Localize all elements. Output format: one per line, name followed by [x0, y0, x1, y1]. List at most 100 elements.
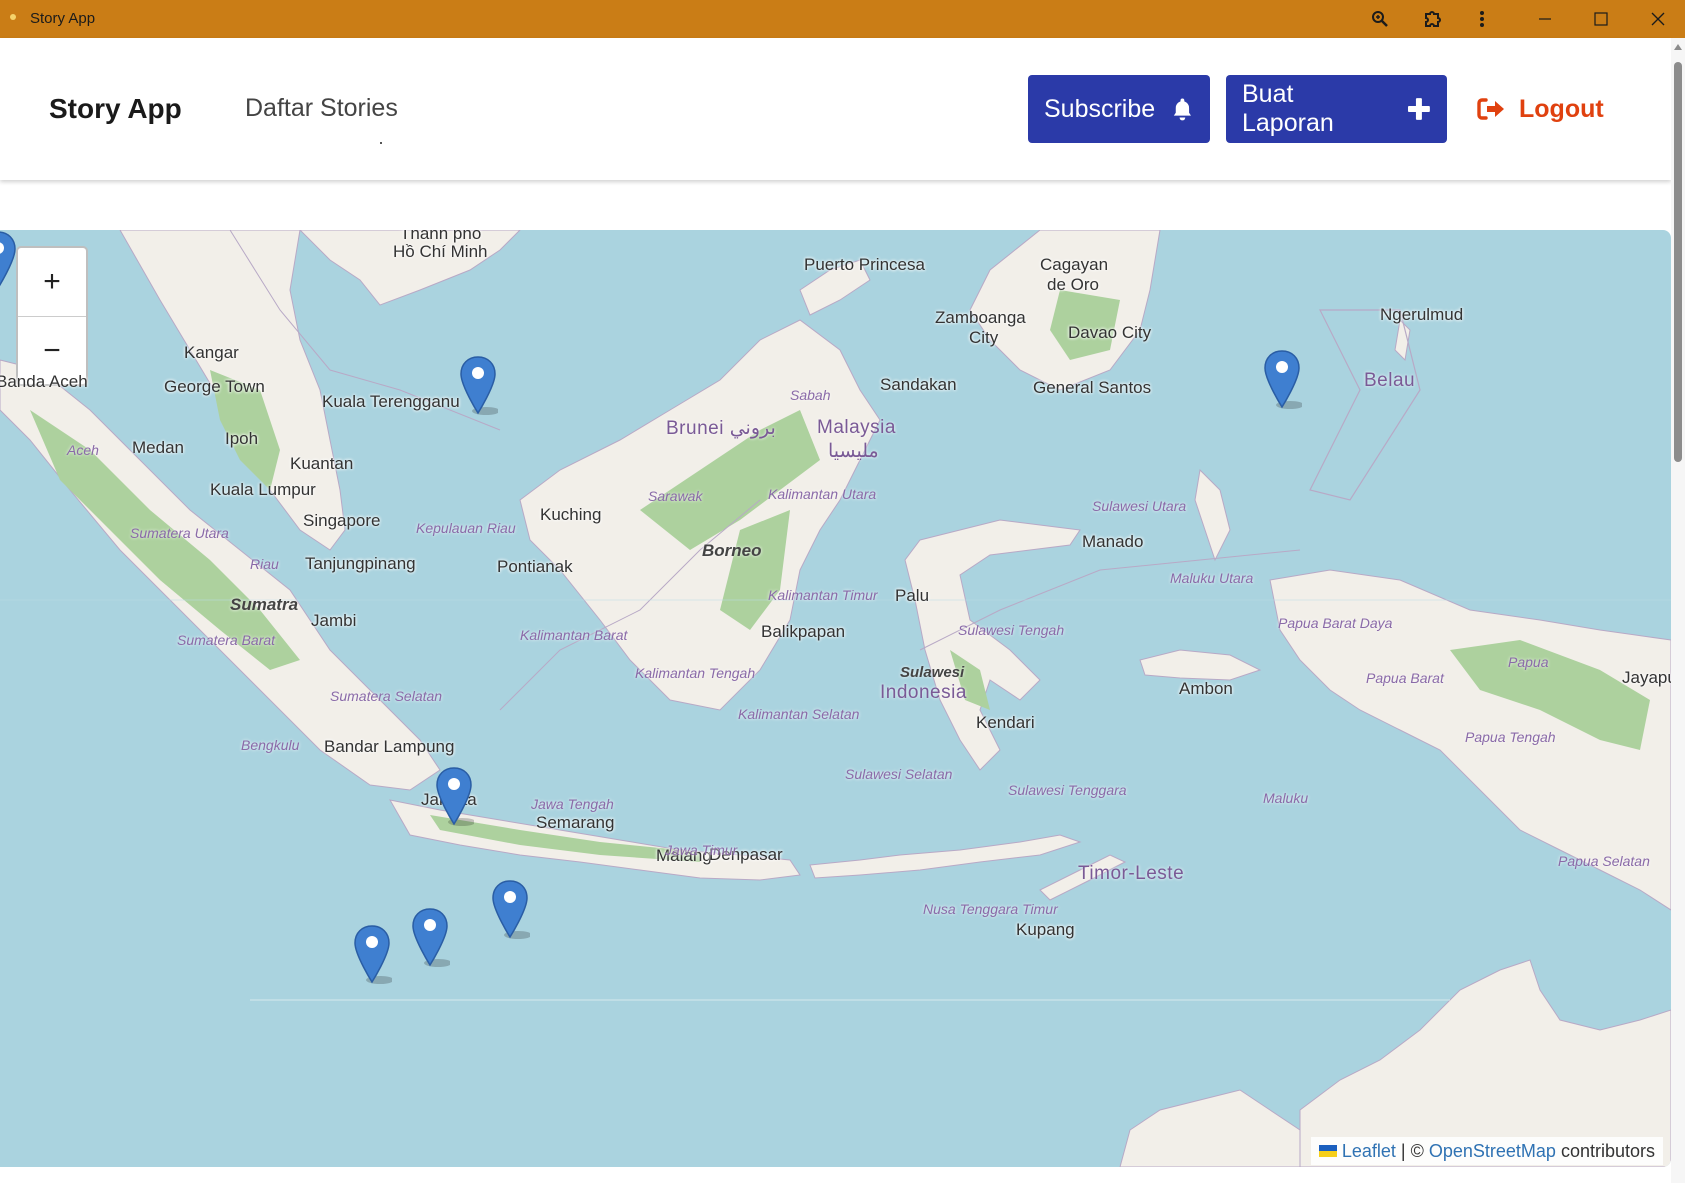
- create-report-label: Buat Laporan: [1242, 80, 1334, 137]
- story-map[interactable]: + − Thành phố Hồ Chí Minh Puerto Princes…: [0, 230, 1671, 1167]
- region-label: Jawa Tengah: [531, 796, 614, 812]
- map-label: Ambon: [1179, 679, 1233, 698]
- map-label: Jayapura: [1622, 668, 1671, 687]
- more-vertical-icon[interactable]: [1459, 0, 1505, 38]
- zoom-in-button[interactable]: +: [18, 248, 86, 316]
- leaflet-link[interactable]: Leaflet: [1342, 1141, 1396, 1162]
- logout-icon: [1477, 98, 1504, 120]
- region-label: Sarawak: [648, 488, 703, 504]
- page-scrollbar[interactable]: [1671, 38, 1685, 1183]
- map-basemap: [0, 230, 1671, 1167]
- map-label: Manado: [1082, 532, 1144, 551]
- zoom-icon[interactable]: [1357, 0, 1403, 38]
- map-label: Kuantan: [290, 454, 354, 473]
- country-label: Belau: [1364, 370, 1416, 391]
- map-marker[interactable]: [0, 230, 18, 292]
- region-label: Sulawesi Selatan: [845, 766, 953, 782]
- map-label: Kuching: [540, 505, 602, 524]
- map-label: Zamboanga: [935, 308, 1026, 327]
- region-label: Kalimantan Barat: [520, 627, 628, 643]
- scroll-up-icon[interactable]: [1674, 44, 1682, 50]
- map-label: Bandar Lampung: [324, 737, 455, 756]
- map-label: George Town: [164, 377, 265, 396]
- region-label: Bengkulu: [241, 737, 300, 753]
- region-label: Nusa Tenggara Timur: [923, 901, 1058, 917]
- nav-dot: [380, 142, 382, 144]
- minimize-icon[interactable]: [1522, 0, 1568, 38]
- region-label: Kalimantan Selatan: [738, 706, 860, 722]
- region-label: Maluku Utara: [1170, 570, 1254, 586]
- map-label: Davao City: [1068, 323, 1152, 342]
- map-label: Kangar: [184, 343, 239, 362]
- region-label: Maluku: [1263, 790, 1309, 806]
- map-marker[interactable]: [490, 879, 532, 941]
- map-label: de Oro: [1047, 275, 1099, 294]
- brand-logo-text[interactable]: Story App: [49, 93, 182, 125]
- ukraine-flag-icon: [1318, 1145, 1337, 1157]
- country-label: Indonesia: [880, 682, 967, 703]
- region-label: Sulawesi Utara: [1092, 498, 1187, 514]
- app-navbar: Story App Daftar Stories Subscribe Buat …: [0, 38, 1671, 180]
- map-label: Singapore: [303, 511, 381, 530]
- map-label: Ngerulmud: [1380, 305, 1464, 324]
- osm-link[interactable]: OpenStreetMap: [1429, 1141, 1556, 1162]
- map-label: Kendari: [976, 713, 1035, 732]
- maximize-icon[interactable]: [1578, 0, 1624, 38]
- logout-button[interactable]: Logout: [1477, 84, 1604, 134]
- map-label: General Santos: [1033, 378, 1152, 397]
- map-label: Medan: [132, 438, 184, 457]
- zoom-control: + −: [16, 246, 88, 386]
- map-label: Kupang: [1016, 920, 1075, 939]
- region-label: Aceh: [67, 442, 99, 458]
- close-icon[interactable]: [1635, 0, 1681, 38]
- map-label: Cagayan: [1040, 255, 1109, 274]
- extension-icon[interactable]: [1410, 0, 1456, 38]
- map-label: Ipoh: [225, 429, 259, 448]
- region-label: Papua Tengah: [1465, 729, 1556, 745]
- island-label: Sumatra: [230, 595, 299, 614]
- map-label: Balikpapan: [761, 622, 846, 641]
- country-label: Timor-Leste: [1078, 863, 1185, 884]
- window-title: Story App: [30, 10, 96, 27]
- subscribe-button[interactable]: Subscribe: [1028, 75, 1210, 143]
- map-label: Kuala Lumpur: [210, 480, 316, 499]
- map-label: Pontianak: [497, 557, 573, 576]
- subscribe-label: Subscribe: [1044, 94, 1156, 123]
- window-titlebar: Story App: [0, 0, 1685, 38]
- map-marker[interactable]: [458, 355, 500, 417]
- map-label: Puerto Princesa: [804, 255, 925, 274]
- island-label: Sulawesi: [900, 664, 965, 681]
- map-label: Kuala Terengganu: [322, 392, 460, 411]
- attribution-separator: | ©: [1400, 1140, 1424, 1161]
- scrollbar-thumb[interactable]: [1674, 62, 1682, 462]
- map-label: Palu: [895, 586, 930, 605]
- map-marker[interactable]: [352, 924, 394, 986]
- region-label: Sumatera Barat: [177, 632, 276, 648]
- plus-icon: [1408, 98, 1431, 120]
- app-icon: [10, 14, 16, 20]
- map-marker[interactable]: [410, 907, 452, 969]
- create-report-button[interactable]: Buat Laporan: [1226, 75, 1447, 143]
- region-label: Sumatera Utara: [130, 525, 229, 541]
- map-attribution: Leaflet | © OpenStreetMap contributors: [1310, 1137, 1663, 1165]
- region-label: Sabah: [790, 387, 831, 403]
- map-label: City: [969, 328, 999, 347]
- map-marker[interactable]: [1262, 349, 1304, 411]
- region-label: Kalimantan Tengah: [635, 665, 756, 681]
- region-label: Sulawesi Tengah: [958, 622, 1065, 638]
- country-label: Brunei بروني: [666, 418, 776, 439]
- attribution-suffix: contributors: [1560, 1140, 1655, 1161]
- nav-link-stories[interactable]: Daftar Stories: [245, 94, 398, 123]
- region-label: Kepulauan Riau: [416, 520, 516, 536]
- bell-icon: [1174, 98, 1192, 121]
- region-label: Jawa Timur: [665, 842, 738, 858]
- country-label: مليسيا: [828, 441, 879, 462]
- map-label: Banda Aceh: [0, 372, 88, 391]
- region-label: Riau: [250, 556, 279, 572]
- map-marker[interactable]: [434, 766, 476, 828]
- island-label: Borneo: [702, 541, 762, 560]
- map-label: Semarang: [536, 813, 615, 832]
- region-label: Papua Barat Daya: [1278, 615, 1393, 631]
- logout-label: Logout: [1519, 94, 1604, 123]
- map-label: Hồ Chí Minh: [393, 242, 488, 261]
